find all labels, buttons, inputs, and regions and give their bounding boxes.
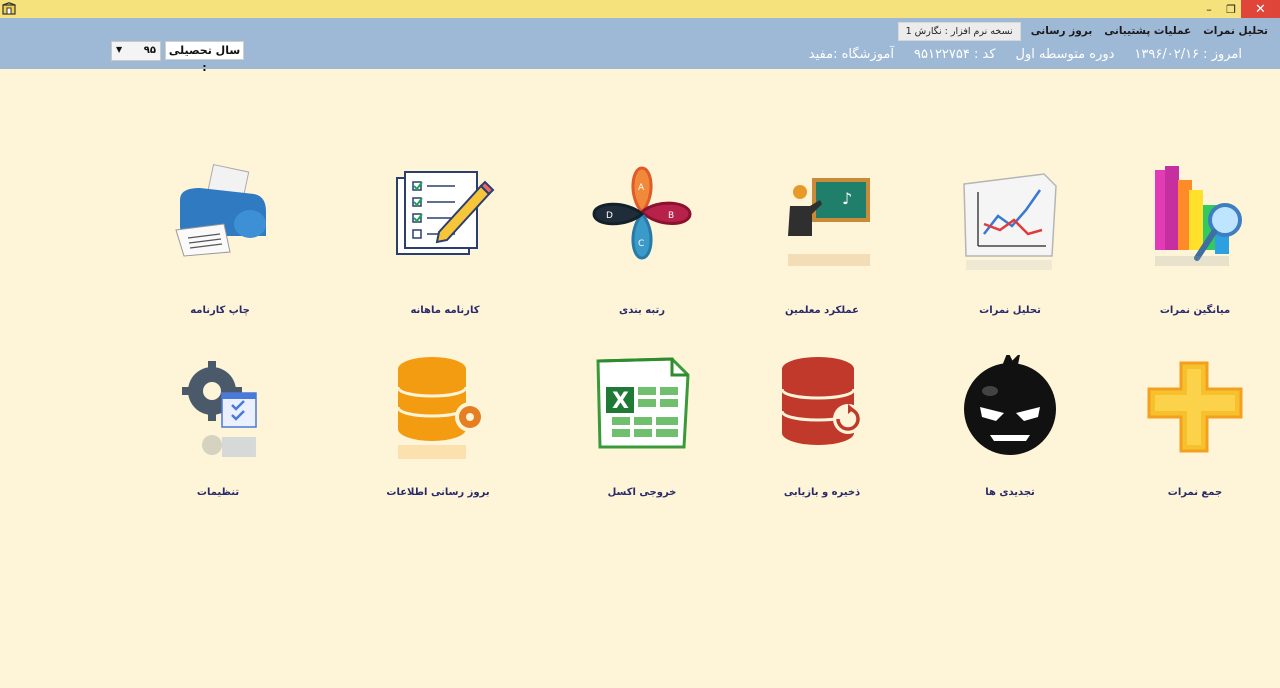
database-restore-icon [780,357,863,445]
tile-monthly[interactable]: کارنامه ماهانه [375,160,515,330]
gear-checklist-icon [182,361,257,457]
svg-text:B: B [668,211,674,221]
tile-label: عملکرد معلمین [785,305,859,316]
tile-label: میانگین نمرات [1159,305,1231,316]
version-label: نسخه نرم افزار : نگارش 1 [897,21,1021,41]
tile-label: ذخیره و بازیابی [783,487,861,498]
tile-label: بروز رسانی اطلاعات [386,487,490,498]
app-header: تحلیل نمرات عملیات پشتیبانی بروز رسانی ن… [0,18,1280,74]
restore-button[interactable]: ❐ [1222,0,1240,18]
printer-icon [175,163,266,257]
close-button[interactable]: ✕ [1241,0,1280,18]
teacher-board-icon: ♪ [788,178,870,266]
tile-update[interactable]: بروز رسانی اطلاعات [368,355,508,525]
tile-print[interactable]: چاپ کارنامه [150,160,290,330]
minimize-button[interactable]: – [1200,0,1218,18]
menu-grade-analysis[interactable]: تحلیل نمرات [1197,21,1274,41]
tile-label: تجدیدی ها [985,487,1035,498]
svg-text:♪: ♪ [842,189,852,208]
checklist-pencil-icon [396,171,495,255]
svg-text:X: X [612,389,629,414]
angry-ball-icon [964,355,1056,455]
database-gear-icon [396,357,485,459]
tile-teachers[interactable]: ♪ عملکرد معلمین [752,160,892,330]
window-titlebar: – ❐ ✕ [0,0,1280,18]
tile-label: چاپ کارنامه [190,305,250,316]
svg-text:C: C [638,239,644,249]
menu-update[interactable]: بروز رسانی [1025,21,1099,41]
abcd-petals-icon: A B C D [592,166,692,260]
chevron-down-icon: ▼ [116,45,123,54]
tile-sum[interactable]: جمع نمرات [1125,355,1265,525]
tile-label: تنظیمات [196,487,240,498]
svg-text:D: D [606,211,613,221]
tile-backup[interactable]: ذخیره و بازیابی [752,355,892,525]
school-name: آموزشگاه :مفید [808,46,894,62]
today-date: امروز : ۱۳۹۶/۰۲/۱۶ [1134,46,1242,62]
academic-year-label: سال تحصیلی : [165,41,244,74]
tile-label: خروجی اکسل [607,487,677,498]
menu-support-operations[interactable]: عملیات پشتیبانی [1098,21,1197,41]
tile-ranking[interactable]: A B C D رتبه بندی [572,160,712,330]
menu-bar: تحلیل نمرات عملیات پشتیبانی بروز رسانی ن… [897,21,1274,41]
school-code: کد : ۹۵۱۲۲۷۵۴ [914,46,996,62]
plus-icon [1147,361,1243,453]
tile-retakes[interactable]: تجدیدی ها [940,355,1080,525]
academic-year-select[interactable]: ▼ ۹۵ [111,41,161,61]
tile-analysis[interactable]: تحلیل نمرات [940,160,1080,330]
svg-text:A: A [638,183,645,193]
academic-year-value: ۹۵ [143,45,156,56]
bar-chart-magnifier-icon [1155,166,1242,266]
tile-average[interactable]: میانگین نمرات [1125,160,1265,330]
line-graph-icon [963,173,1057,270]
tile-label: رتبه بندی [619,305,665,316]
school-info: آموزشگاه :مفید کد : ۹۵۱۲۲۷۵۴ دوره متوسطه… [809,43,1242,65]
tile-label: جمع نمرات [1167,487,1223,498]
excel-icon: X [596,357,690,449]
app-box-icon[interactable] [2,2,16,15]
tile-label: تحلیل نمرات [979,305,1041,316]
tile-label: کارنامه ماهانه [410,305,480,316]
school-level: دوره متوسطه اول [1015,46,1115,62]
tile-settings[interactable]: تنظیمات [148,355,288,525]
tile-excel[interactable]: X خروجی اکسل [572,355,712,525]
